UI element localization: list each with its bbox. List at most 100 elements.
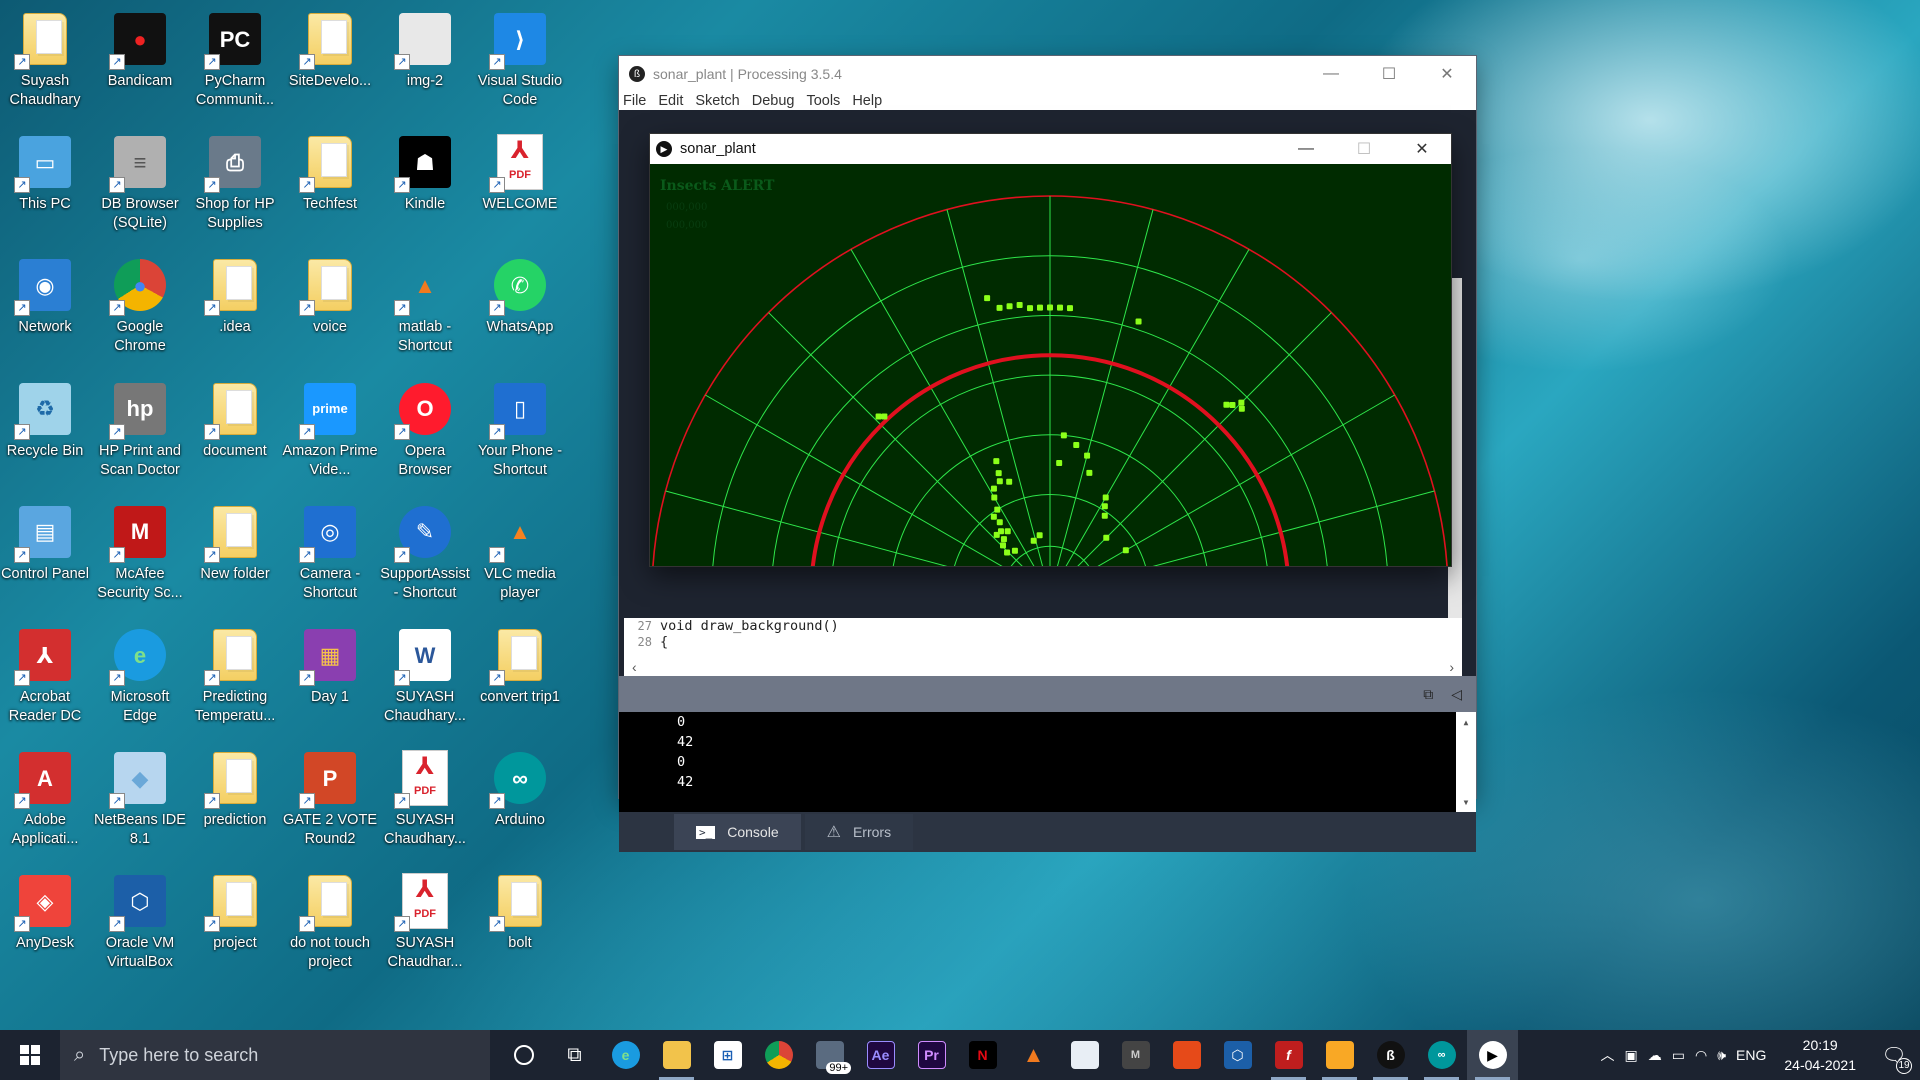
desktop-icon[interactable]: A ↗ Adobe Applicati... bbox=[0, 739, 91, 857]
taskbar-matlab[interactable]: ▲ bbox=[1008, 1030, 1059, 1080]
close-button[interactable]: ✕ bbox=[1418, 56, 1476, 92]
close-button[interactable]: ✕ bbox=[1393, 134, 1451, 164]
desktop-icon[interactable]: ↗ Techfest bbox=[284, 123, 376, 241]
chevron-up-icon[interactable]: ︿ bbox=[1601, 1045, 1615, 1065]
start-button[interactable] bbox=[0, 1030, 60, 1080]
sketch-window[interactable]: ▶ sonar_plant — ☐ ✕ Insects ALERT 000,00… bbox=[650, 134, 1451, 566]
taskbar-after-effects[interactable]: Ae bbox=[855, 1030, 906, 1080]
menu-sketch[interactable]: Sketch bbox=[695, 92, 739, 110]
desktop-icon[interactable]: ↗ SiteDevelo... bbox=[284, 0, 376, 118]
wifi-icon[interactable]: ◠ bbox=[1695, 1047, 1707, 1064]
desktop-icon[interactable]: ↗ document bbox=[189, 370, 281, 488]
menu-debug[interactable]: Debug bbox=[752, 92, 795, 110]
menu-help[interactable]: Help bbox=[852, 92, 882, 110]
desktop-icon[interactable]: ◉ ↗ Network bbox=[0, 246, 91, 364]
desktop-icon[interactable]: ⟩ ↗ Visual Studio Code bbox=[474, 0, 566, 118]
taskbar-processing[interactable]: ß bbox=[1365, 1030, 1416, 1080]
tab-console[interactable]: >_ Console bbox=[674, 814, 801, 850]
desktop-icon[interactable]: e ↗ Microsoft Edge bbox=[94, 616, 186, 734]
desktop-icon[interactable]: ↗ Suyash Chaudhary bbox=[0, 0, 91, 118]
desktop-icon[interactable]: ↗ voice bbox=[284, 246, 376, 364]
console-scrollbar[interactable]: ▴ ▾ bbox=[1456, 712, 1476, 812]
meet-now-icon[interactable]: ▣ bbox=[1625, 1047, 1638, 1064]
scroll-down-icon[interactable]: ▾ bbox=[1462, 792, 1469, 812]
code-editor[interactable]: 27 void draw_background() 28 { bbox=[624, 618, 1462, 658]
console-output[interactable]: 0 42 0 42 ▴ ▾ bbox=[619, 712, 1476, 812]
desktop-icon[interactable]: PDF↗SUYASH Chaudhar... bbox=[379, 862, 471, 980]
menu-tools[interactable]: Tools bbox=[806, 92, 840, 110]
desktop-icon[interactable]: PDF↗ WELCOME bbox=[474, 123, 566, 241]
maximize-button[interactable]: ☐ bbox=[1335, 134, 1393, 164]
taskbar-premiere[interactable]: Pr bbox=[906, 1030, 957, 1080]
editor-horizontal-scrollbar[interactable]: ‹ › bbox=[624, 658, 1462, 676]
taskbar-sketch-running[interactable]: ▶ bbox=[1467, 1030, 1518, 1080]
desktop-icon[interactable]: ▯ ↗ Your Phone - Shortcut bbox=[474, 370, 566, 488]
tab-errors[interactable]: ⚠ Errors bbox=[804, 814, 914, 850]
taskbar-netflix[interactable]: N bbox=[957, 1030, 1008, 1080]
desktop-icon[interactable]: ◈ ↗ AnyDesk bbox=[0, 862, 91, 980]
desktop-icon[interactable]: ✆ ↗ WhatsApp bbox=[474, 246, 566, 364]
desktop-icon[interactable]: ▦ ↗ Day 1 bbox=[284, 616, 376, 734]
collapse-console-icon[interactable]: ◁ bbox=[1451, 686, 1462, 703]
onedrive-icon[interactable]: ☁ bbox=[1648, 1047, 1662, 1064]
desktop-icon[interactable]: ↗ do not touch project bbox=[284, 862, 376, 980]
desktop-icon[interactable]: PC ↗ PyCharm Communit... bbox=[189, 0, 281, 118]
desktop-icon[interactable]: ⬡ ↗ Oracle VM VirtualBox bbox=[94, 862, 186, 980]
scroll-up-icon[interactable]: ▴ bbox=[1462, 712, 1469, 732]
desktop-icon[interactable]: ♻ ↗ Recycle Bin bbox=[0, 370, 91, 488]
maximize-button[interactable]: ☐ bbox=[1360, 56, 1418, 92]
desktop-icon[interactable]: ✎ ↗ SupportAssist - Shortcut bbox=[379, 493, 471, 611]
desktop-icon[interactable]: ● ↗ Bandicam bbox=[94, 0, 186, 118]
taskbar-search[interactable]: ⌕ Type here to search bbox=[60, 1030, 490, 1080]
taskbar-store[interactable]: ⊞ bbox=[702, 1030, 753, 1080]
taskbar-arduino[interactable]: ∞ bbox=[1416, 1030, 1467, 1080]
scroll-left-icon[interactable]: ‹ bbox=[632, 658, 637, 676]
clock[interactable]: 20:19 24-04-2021 bbox=[1784, 1035, 1856, 1075]
desktop-icon[interactable]: ↗ prediction bbox=[189, 739, 281, 857]
desktop-icon[interactable]: ● ↗ Google Chrome bbox=[94, 246, 186, 364]
desktop-icon[interactable]: ↗ project bbox=[189, 862, 281, 980]
desktop-icon[interactable]: ▲ ↗ VLC media player bbox=[474, 493, 566, 611]
minimize-button[interactable]: — bbox=[1302, 56, 1360, 92]
desktop-icon[interactable]: ↗ img-2 bbox=[379, 0, 471, 118]
minimize-button[interactable]: — bbox=[1277, 134, 1335, 164]
taskbar-sublime[interactable] bbox=[1314, 1030, 1365, 1080]
desktop-icon[interactable]: ◎ ↗ Camera - Shortcut bbox=[284, 493, 376, 611]
menu-edit[interactable]: Edit bbox=[658, 92, 683, 110]
desktop-icon[interactable]: ↗ Predicting Temperatu... bbox=[189, 616, 281, 734]
desktop-icon[interactable]: ⅄ ↗ Acrobat Reader DC bbox=[0, 616, 91, 734]
sketch-title-bar[interactable]: ▶ sonar_plant — ☐ ✕ bbox=[650, 134, 1451, 164]
desktop-icon[interactable]: PDF↗SUYASH Chaudhary... bbox=[379, 739, 471, 857]
search-input[interactable]: Type here to search bbox=[99, 1045, 258, 1066]
ide-title-bar[interactable]: ß sonar_plant | Processing 3.5.4 — ☐ ✕ bbox=[619, 56, 1476, 92]
desktop-icon[interactable]: ↗ bolt bbox=[474, 862, 566, 980]
task-view-button[interactable]: ⧉ bbox=[549, 1030, 600, 1080]
desktop-icon[interactable]: ↗ convert trip1 bbox=[474, 616, 566, 734]
desktop-icon[interactable]: ▤ ↗ Control Panel bbox=[0, 493, 91, 611]
taskbar-mail[interactable]: 99+ bbox=[804, 1030, 855, 1080]
taskbar-chrome[interactable] bbox=[753, 1030, 804, 1080]
notification-center-button[interactable]: 🗨 19 bbox=[1874, 1030, 1914, 1080]
desktop-icon[interactable]: ◆ ↗ NetBeans IDE 8.1 bbox=[94, 739, 186, 857]
desktop-icon[interactable]: ☗ ↗ Kindle bbox=[379, 123, 471, 241]
taskbar-app-dark[interactable]: M bbox=[1110, 1030, 1161, 1080]
desktop-icon[interactable]: O ↗ Opera Browser bbox=[379, 370, 471, 488]
desktop-icon[interactable]: ↗ New folder bbox=[189, 493, 281, 611]
desktop-icon[interactable]: W ↗ SUYASH Chaudhary... bbox=[379, 616, 471, 734]
menu-file[interactable]: File bbox=[623, 92, 646, 110]
desktop-icon[interactable]: ⎙ ↗ Shop for HP Supplies bbox=[189, 123, 281, 241]
taskbar-office[interactable] bbox=[1161, 1030, 1212, 1080]
desktop-icon[interactable]: prime ↗ Amazon Prime Vide... bbox=[282, 370, 378, 488]
language-indicator[interactable]: ENG bbox=[1736, 1047, 1766, 1063]
desktop-icon[interactable]: ▭ ↗ This PC bbox=[0, 123, 91, 241]
taskbar-virtualbox[interactable]: ⬡ bbox=[1212, 1030, 1263, 1080]
scroll-right-icon[interactable]: › bbox=[1449, 658, 1454, 676]
taskbar-filezilla[interactable]: f bbox=[1263, 1030, 1314, 1080]
code-line[interactable]: { bbox=[660, 634, 668, 650]
taskbar-file-explorer[interactable] bbox=[651, 1030, 702, 1080]
taskbar-edge[interactable]: e bbox=[600, 1030, 651, 1080]
desktop-icon[interactable]: M ↗ McAfee Security Sc... bbox=[94, 493, 186, 611]
desktop-icon[interactable]: hp ↗ HP Print and Scan Doctor bbox=[94, 370, 186, 488]
volume-icon[interactable]: 🕪 bbox=[1717, 1047, 1726, 1064]
cortana-button[interactable] bbox=[498, 1030, 549, 1080]
